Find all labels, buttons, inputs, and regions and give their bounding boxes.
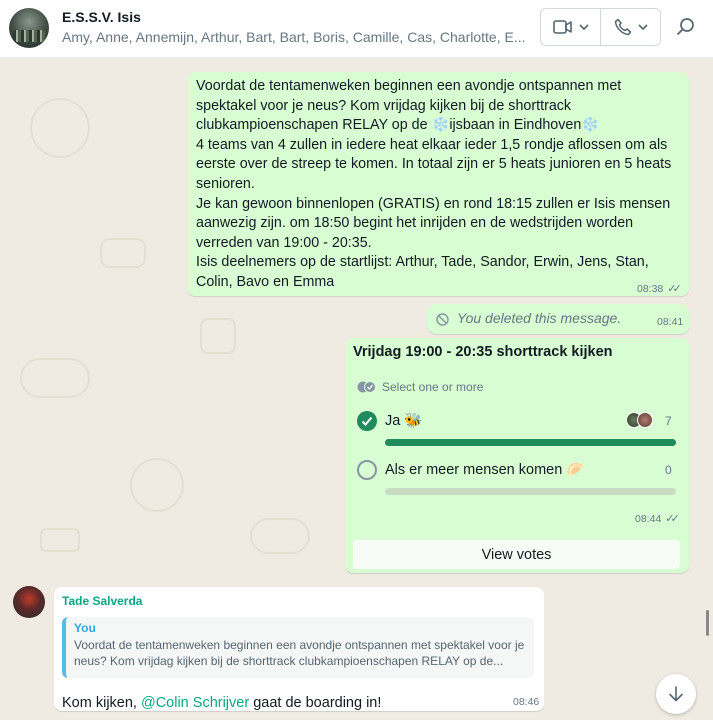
doodle-bg <box>30 98 90 158</box>
voter-avatar <box>637 412 653 428</box>
doodle-bg <box>40 528 80 552</box>
message-meta: 08:41 <box>657 316 683 328</box>
multi-check-icon <box>357 381 376 393</box>
reply-text-part: gaat de boarding in! <box>249 695 382 711</box>
reply-text: Kom kijken, @Colin Schrijver gaat de boa… <box>62 695 381 711</box>
poll-hint-text: Select one or more <box>382 380 484 394</box>
video-icon <box>552 20 572 34</box>
reply-text-part: Kom kijken, <box>62 695 141 711</box>
doodle-bg <box>100 238 146 268</box>
video-call-button[interactable] <box>541 9 600 45</box>
voice-call-button[interactable] <box>600 9 660 45</box>
doodle-bg <box>20 358 90 398</box>
chat-members[interactable]: Amy, Anne, Annemijn, Arthur, Bart, Bart,… <box>62 29 532 45</box>
double-check-icon: ✓✓ <box>665 513 680 525</box>
quoted-message[interactable]: You Voordat de tentamenweken beginnen ee… <box>62 617 534 678</box>
message-time: 08:44 <box>635 512 662 525</box>
poll-option-checkbox[interactable] <box>357 460 377 480</box>
chat-title[interactable]: E.S.S.V. Isis <box>62 9 141 25</box>
poll-title: Vrijdag 19:00 - 20:35 shorttrack kijken <box>353 344 613 360</box>
message-time: 08:46 <box>513 696 540 708</box>
poll-option-bar <box>385 488 676 495</box>
doodle-bg <box>250 518 310 554</box>
sender-avatar[interactable] <box>13 586 45 618</box>
mention-link[interactable]: @Colin Schrijver <box>141 695 249 711</box>
message-text: Voordat de tentamenweken beginnen een av… <box>196 78 672 290</box>
message-time: 08:41 <box>657 316 684 328</box>
double-check-icon: ✓✓ <box>667 283 682 295</box>
message-deleted[interactable]: You deleted this message. 08:41 <box>428 304 689 334</box>
check-icon <box>361 416 373 426</box>
poll-option-label[interactable]: Ja 🐝 <box>385 412 422 429</box>
chevron-down-icon <box>637 24 648 30</box>
sender-name[interactable]: Tade Salverda <box>62 594 142 608</box>
chat-area[interactable]: Voordat de tentamenweken beginnen een av… <box>0 58 713 720</box>
poll-hint: Select one or more <box>357 380 483 394</box>
poll-option-count: 0 <box>665 463 672 477</box>
message-reply[interactable]: Tade Salverda You Voordat de tentamenwek… <box>54 587 544 711</box>
message-meta: 08:38 ✓✓ <box>637 282 682 296</box>
poll-option-count: 7 <box>665 414 672 428</box>
message-announcement[interactable]: Voordat de tentamenweken beginnen een av… <box>187 72 689 296</box>
arrow-down-icon <box>669 686 683 702</box>
message-time: 08:38 <box>637 282 664 295</box>
chat-header: E.S.S.V. Isis Amy, Anne, Annemijn, Arthu… <box>0 0 713 58</box>
doodle-bg <box>200 318 236 354</box>
scroll-down-button[interactable] <box>656 674 696 714</box>
message-poll: Vrijdag 19:00 - 20:35 shorttrack kijken … <box>345 338 689 573</box>
quote-text: Voordat de tentamenweken beginnen een av… <box>74 638 525 668</box>
scrollbar[interactable] <box>706 610 709 636</box>
view-votes-button[interactable]: View votes <box>353 540 680 569</box>
message-meta: 08:46 <box>513 696 539 708</box>
message-meta: 08:44 ✓✓ <box>635 512 680 526</box>
group-avatar[interactable] <box>9 8 49 48</box>
search-icon[interactable] <box>675 16 697 38</box>
deleted-text: You deleted this message. <box>457 310 622 326</box>
phone-icon <box>614 18 631 36</box>
call-buttons <box>540 8 661 46</box>
poll-option-label[interactable]: Als er meer mensen komen 🥟 <box>385 461 584 478</box>
poll-option-bar-fill <box>385 439 676 446</box>
chevron-down-icon <box>578 24 589 30</box>
doodle-bg <box>130 458 184 512</box>
quote-author: You <box>74 621 96 635</box>
poll-option-checkbox[interactable] <box>357 411 377 431</box>
poll-option-bar <box>385 439 676 446</box>
blocked-icon <box>436 313 449 326</box>
